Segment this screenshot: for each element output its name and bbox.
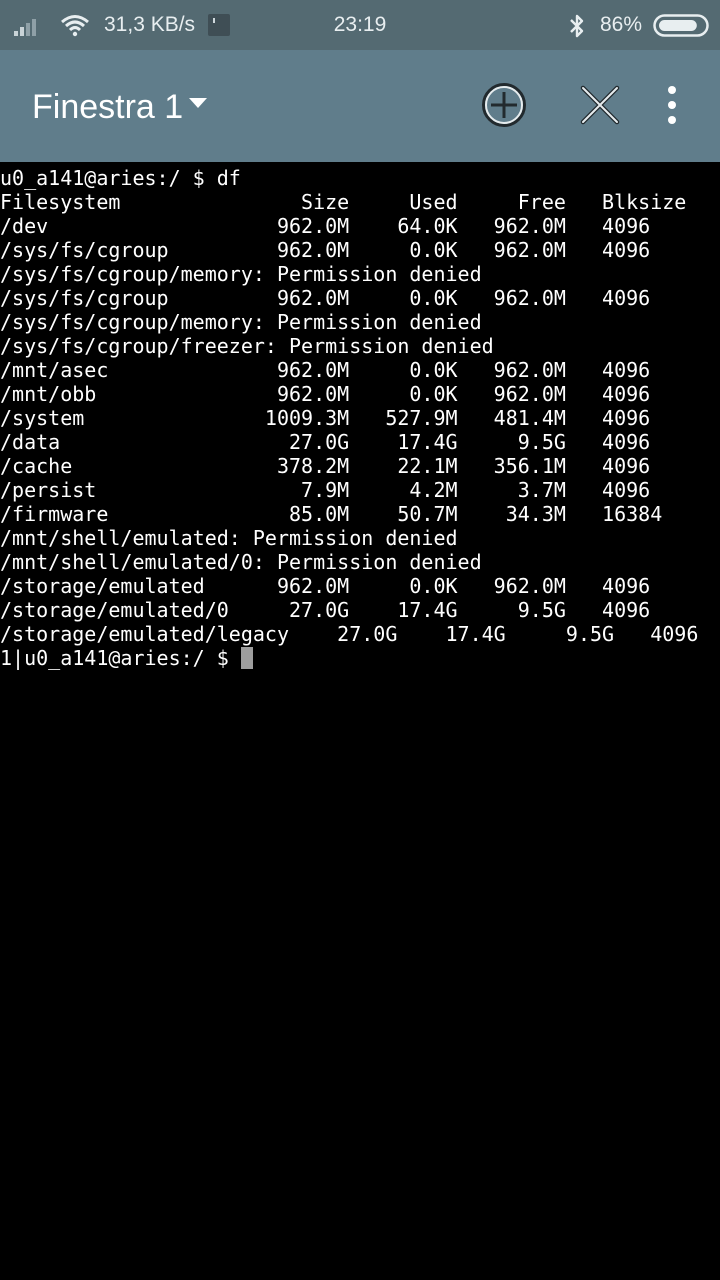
terminal-line: /sys/fs/cgroup/memory: Permission denied [0, 262, 482, 286]
terminal-line: /mnt/obb 962.0M 0.0K 962.0M 4096 [0, 382, 651, 406]
battery-icon [653, 14, 709, 37]
terminal-line: /storage/emulated/0 27.0G 17.4G 9.5G 409… [0, 598, 651, 622]
terminal-prompt-line[interactable]: 1|u0_a141@aries:/ $ [0, 646, 720, 670]
terminal-prompt: 1|u0_a141@aries:/ $ [0, 646, 241, 670]
terminal-line: /sys/fs/cgroup 962.0M 0.0K 962.0M 4096 [0, 286, 651, 310]
terminal-lines: u0_a141@aries:/ $ df Filesystem Size Used… [0, 166, 720, 646]
new-window-button[interactable] [479, 80, 529, 130]
bluetooth-icon [570, 14, 584, 38]
terminal-line: /firmware 85.0M 50.7M 34.3M 16384 [0, 502, 663, 526]
terminal-line: u0_a141@aries:/ $ df [0, 166, 241, 190]
add-circle-icon [482, 83, 526, 127]
status-bar: 31,3 KB/s 23:19 86% [0, 0, 720, 50]
terminal-line: /storage/emulated 962.0M 0.0K 962.0M 409… [0, 574, 651, 598]
terminal-line: /sys/fs/cgroup/memory: Permission denied [0, 310, 482, 334]
terminal-line: /mnt/asec 962.0M 0.0K 962.0M 4096 [0, 358, 651, 382]
terminal-line: /sys/fs/cgroup/freezer: Permission denie… [0, 334, 494, 358]
terminal-line: /cache 378.2M 22.1M 356.1M 4096 [0, 454, 651, 478]
dropdown-caret-icon [189, 98, 208, 108]
battery-percent: 86% [600, 13, 643, 36]
terminal-output[interactable]: u0_a141@aries:/ $ df Filesystem Size Used… [0, 166, 720, 1280]
terminal-line: /dev 962.0M 64.0K 962.0M 4096 [0, 214, 651, 238]
terminal-line: /mnt/shell/emulated/0: Permission denied [0, 550, 482, 574]
terminal-line: /data 27.0G 17.4G 9.5G 4096 [0, 430, 651, 454]
terminal-line: /sys/fs/cgroup 962.0M 0.0K 962.0M 4096 [0, 238, 651, 262]
terminal-line: /system 1009.3M 527.9M 481.4M 4096 [0, 406, 651, 430]
window-title: Finestra 1 [32, 88, 184, 126]
text-cursor [240, 647, 253, 669]
app-toolbar: Finestra 1 [0, 50, 720, 162]
close-window-button[interactable] [575, 80, 625, 130]
window-selector[interactable]: Finestra 1 [32, 85, 208, 129]
overflow-menu-icon [668, 86, 676, 124]
overflow-menu-button[interactable] [647, 80, 697, 130]
terminal-line: /persist 7.9M 4.2M 3.7M 4096 [0, 478, 651, 502]
terminal-line: /mnt/shell/emulated: Permission denied [0, 526, 458, 550]
close-icon [580, 85, 620, 125]
terminal-line: Filesystem Size Used Free Blksize [0, 190, 687, 214]
terminal-line: /storage/emulated/legacy 27.0G 17.4G 9.5… [0, 622, 699, 646]
